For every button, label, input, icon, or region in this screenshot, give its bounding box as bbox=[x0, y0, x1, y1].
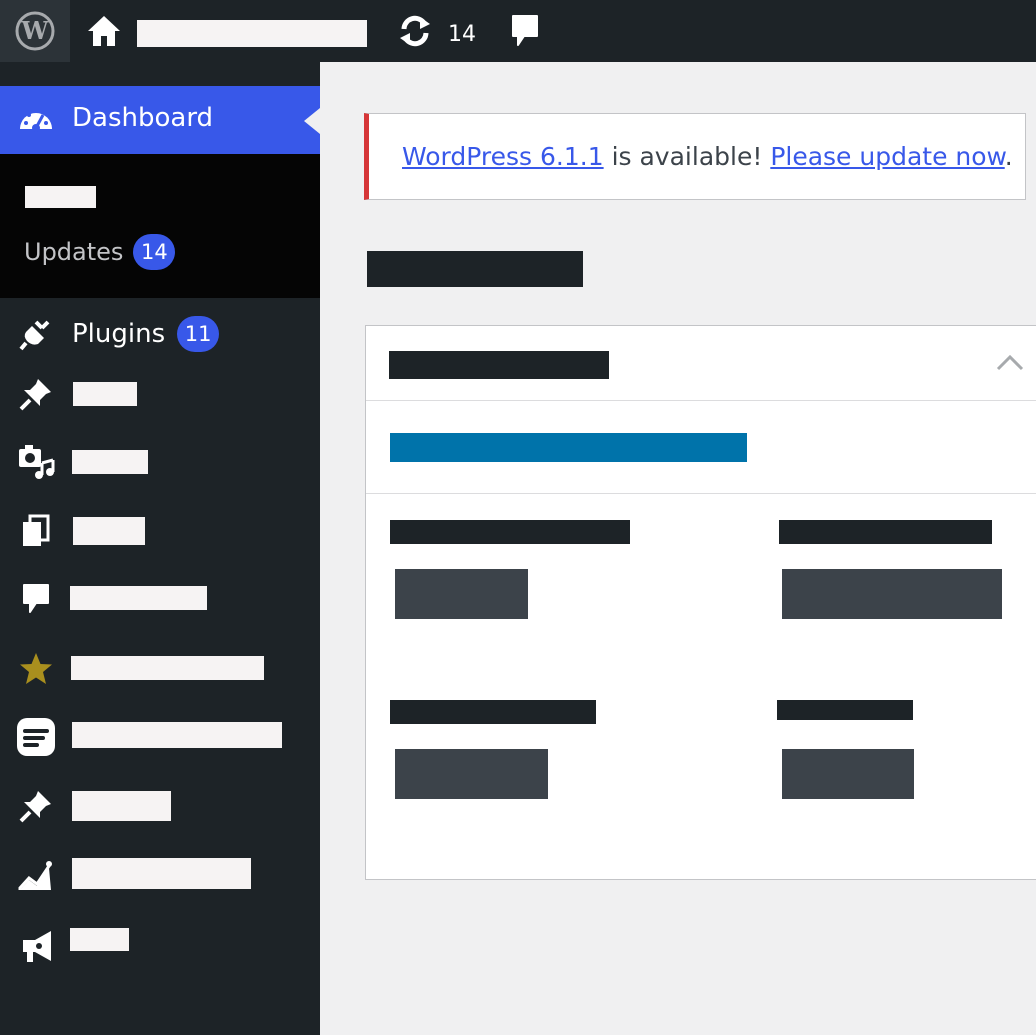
admin-sidebar: Dashboard Updates 14 Plugins 11 bbox=[0, 62, 320, 1035]
chart-icon bbox=[16, 856, 56, 896]
menu-label-redacted bbox=[71, 656, 264, 680]
menu-item-marketing[interactable] bbox=[0, 914, 320, 974]
stat-label-redacted bbox=[777, 700, 913, 720]
updates-count: 14 bbox=[448, 21, 476, 47]
menu-item-forms[interactable] bbox=[0, 705, 320, 765]
stat-label-redacted bbox=[779, 520, 992, 544]
comment-icon bbox=[16, 579, 56, 619]
form-icon bbox=[16, 717, 56, 757]
menu-item-media[interactable] bbox=[0, 430, 320, 490]
menu-label-redacted bbox=[72, 791, 171, 821]
svg-text:W: W bbox=[21, 16, 50, 45]
menu-item-plugins[interactable]: Plugins 11 bbox=[0, 302, 320, 362]
plugin-icon bbox=[16, 314, 56, 354]
menu-label-redacted bbox=[70, 928, 129, 951]
menu-label-plugins: Plugins bbox=[72, 319, 166, 349]
notice-text: is available! bbox=[603, 142, 771, 171]
plugins-count-badge: 11 bbox=[177, 316, 220, 352]
current-menu-arrow bbox=[304, 108, 320, 134]
megaphone-icon bbox=[16, 926, 56, 966]
dashboard-submenu: Updates 14 bbox=[0, 154, 320, 298]
menu-label-redacted bbox=[70, 586, 207, 610]
stat-value-redacted bbox=[395, 749, 548, 799]
menu-label-redacted bbox=[73, 517, 145, 545]
menu-item-custom-posts[interactable] bbox=[0, 774, 320, 834]
pages-icon bbox=[16, 511, 56, 551]
menu-item-pages[interactable] bbox=[0, 499, 320, 559]
wordpress-version-link[interactable]: WordPress 6.1.1 bbox=[402, 142, 604, 171]
site-name-link[interactable] bbox=[137, 20, 367, 47]
dashboard-icon bbox=[18, 103, 54, 141]
menu-label-redacted bbox=[72, 858, 251, 889]
star-icon bbox=[16, 649, 56, 689]
submenu-label-updates: Updates bbox=[24, 238, 124, 266]
update-now-link[interactable]: Please update now bbox=[770, 142, 1004, 171]
menu-item-reviews[interactable] bbox=[0, 637, 320, 697]
updates-link[interactable]: 14 bbox=[396, 12, 476, 56]
menu-label-redacted bbox=[72, 722, 282, 748]
menu-label-dashboard: Dashboard bbox=[72, 103, 214, 133]
comment-icon[interactable] bbox=[510, 14, 540, 52]
update-notice: WordPress 6.1.1 is available! Please upd… bbox=[364, 113, 1026, 200]
updates-count-badge: 14 bbox=[133, 234, 176, 270]
menu-item-comments[interactable] bbox=[0, 567, 320, 627]
dashboard-widget bbox=[365, 325, 1036, 880]
widget-header bbox=[366, 326, 1036, 401]
stat-label-redacted bbox=[390, 520, 630, 544]
pin-icon bbox=[16, 786, 56, 826]
refresh-icon bbox=[396, 12, 434, 56]
widget-divider bbox=[366, 493, 1036, 494]
progress-bar bbox=[390, 433, 747, 462]
wordpress-logo-icon[interactable]: W bbox=[0, 0, 70, 62]
stat-value-redacted bbox=[782, 749, 914, 799]
widget-title-redacted bbox=[389, 351, 609, 379]
menu-item-posts[interactable] bbox=[0, 362, 320, 422]
notice-end: . bbox=[1004, 142, 1013, 171]
stat-label-redacted bbox=[390, 700, 596, 724]
home-icon[interactable] bbox=[86, 14, 122, 52]
menu-label-redacted bbox=[73, 382, 137, 406]
menu-item-dashboard[interactable]: Dashboard bbox=[0, 86, 320, 154]
menu-label-redacted bbox=[72, 450, 148, 474]
media-icon bbox=[16, 442, 56, 482]
page-title-redacted bbox=[367, 251, 583, 287]
submenu-item-updates[interactable]: Updates 14 bbox=[24, 234, 176, 270]
pin-icon bbox=[16, 374, 56, 414]
chevron-up-icon[interactable] bbox=[994, 351, 1026, 379]
stat-value-redacted bbox=[395, 569, 528, 619]
submenu-item-home[interactable] bbox=[25, 186, 96, 208]
menu-item-analytics[interactable] bbox=[0, 844, 320, 904]
stat-value-redacted bbox=[782, 569, 1002, 619]
admin-bar: W 14 bbox=[0, 0, 1036, 62]
